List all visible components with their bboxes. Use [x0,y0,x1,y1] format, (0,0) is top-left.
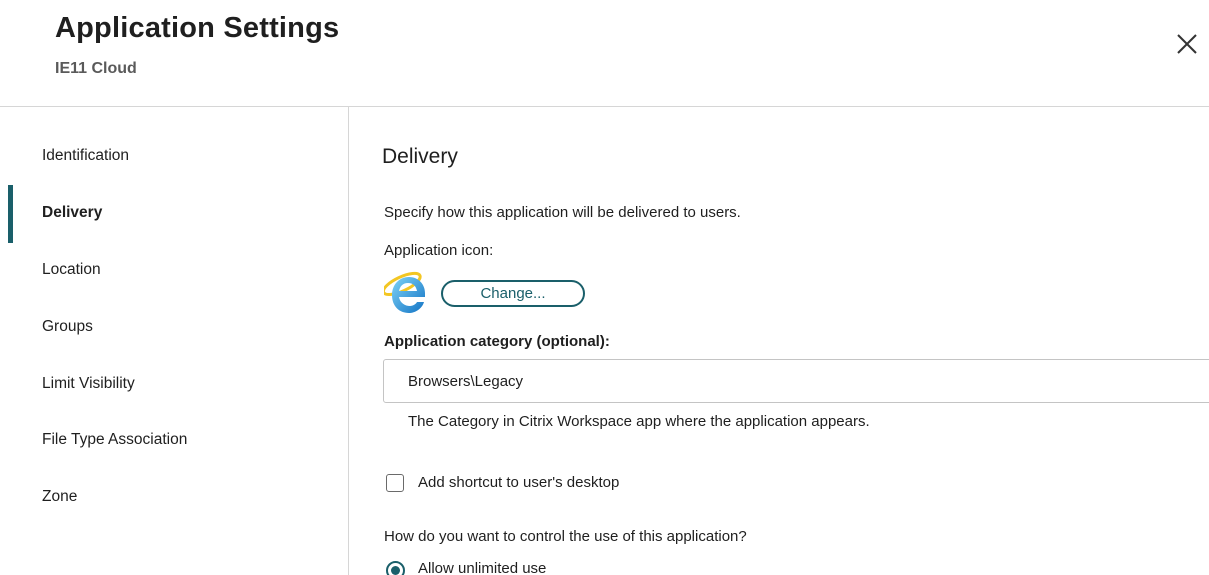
active-indicator [8,185,13,243]
control-question: How do you want to control the use of th… [384,528,747,545]
sidebar-item-groups[interactable]: Groups [42,317,93,337]
category-helper-text: The Category in Citrix Workspace app whe… [408,413,870,430]
shortcut-checkbox-label[interactable]: Add shortcut to user's desktop [418,474,619,491]
sidebar-item-location[interactable]: Location [42,260,101,280]
category-input[interactable] [383,359,1209,403]
sidebar-item-file-type-association[interactable]: File Type Association [42,430,187,450]
dialog-header: Application Settings IE11 Cloud [0,0,1209,107]
settings-sidebar: Identification Delivery Location Groups … [0,107,349,575]
allow-unlimited-label[interactable]: Allow unlimited use [418,560,546,575]
allow-unlimited-radio[interactable] [386,561,405,575]
page-title: Application Settings [55,12,340,44]
sidebar-item-identification[interactable]: Identification [42,146,129,166]
sidebar-item-zone[interactable]: Zone [42,487,77,507]
internet-explorer-icon [381,271,428,315]
delivery-description: Specify how this application will be del… [384,204,741,221]
delivery-content: Delivery Specify how this application wi… [349,107,1209,575]
sidebar-item-delivery[interactable]: Delivery [42,203,102,223]
application-settings-dialog: Application Settings IE11 Cloud Identifi… [0,0,1209,575]
sidebar-item-limit-visibility[interactable]: Limit Visibility [42,374,135,394]
category-label: Application category (optional): [384,333,610,350]
change-icon-button[interactable]: Change... [441,280,585,307]
close-button[interactable] [1173,30,1201,58]
shortcut-checkbox[interactable] [386,474,404,492]
page-subtitle: IE11 Cloud [55,60,137,77]
application-icon-label: Application icon: [384,242,494,259]
section-title: Delivery [382,145,458,168]
close-icon [1177,34,1197,54]
